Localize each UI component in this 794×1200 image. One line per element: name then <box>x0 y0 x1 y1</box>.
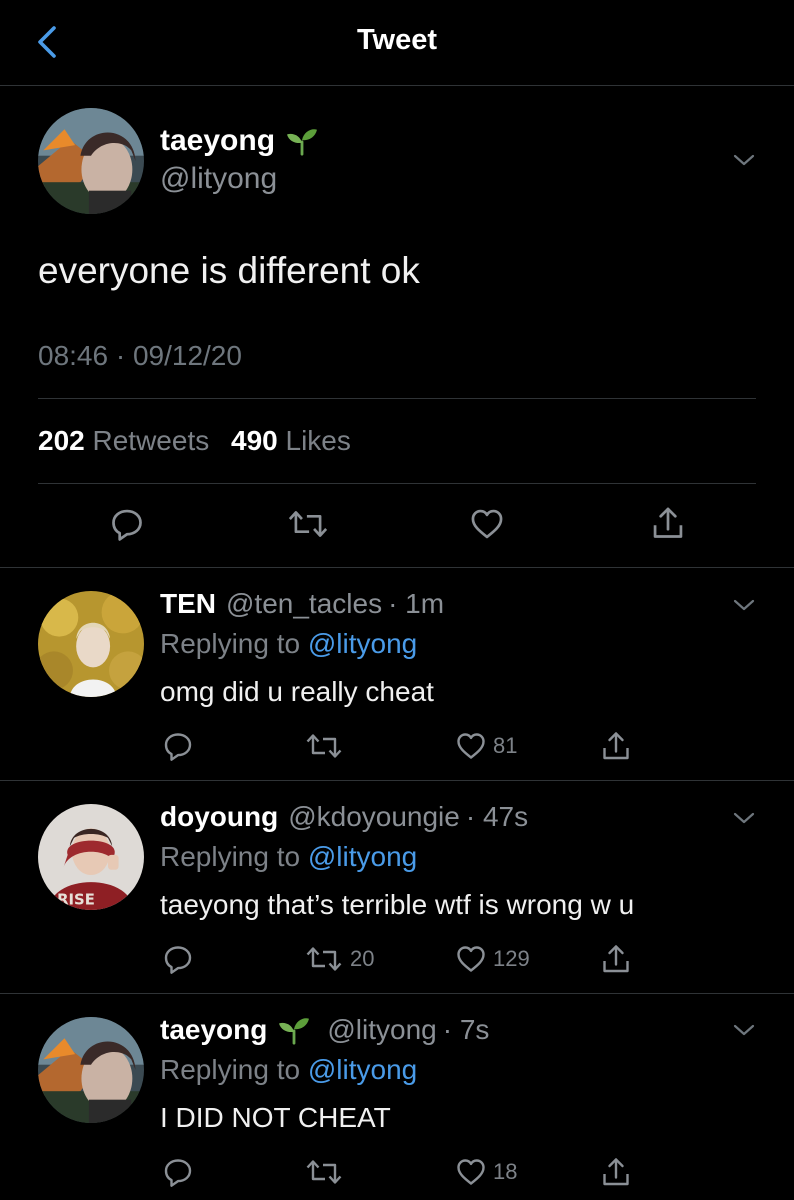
reply-time: · 1m <box>388 588 445 619</box>
reply-action[interactable] <box>162 1156 194 1188</box>
share-action[interactable] <box>600 942 632 976</box>
divider <box>0 567 794 568</box>
share-action[interactable] <box>600 1155 632 1189</box>
replying-to-line: Replying to @lityong <box>160 841 417 873</box>
divider <box>0 780 794 781</box>
retweets-label[interactable]: Retweets <box>93 425 210 456</box>
like-action[interactable]: 81 <box>455 730 517 762</box>
heart-icon[interactable] <box>455 1156 487 1188</box>
reply-author-name[interactable]: TEN <box>160 588 216 620</box>
divider <box>0 993 794 994</box>
reply-icon[interactable] <box>109 506 145 542</box>
page-title: Tweet <box>356 24 438 56</box>
reply-author-handle[interactable]: @ten_tacles <box>226 588 382 620</box>
top-bar: Tweet <box>0 0 794 86</box>
share-icon[interactable] <box>600 729 632 763</box>
retweet-icon[interactable] <box>286 506 330 542</box>
replying-to-line: Replying to @lityong <box>160 628 417 660</box>
author-name[interactable]: taeyong <box>160 124 275 158</box>
chevron-down-icon[interactable] <box>732 152 756 168</box>
reply-author-name[interactable]: doyoung <box>160 801 278 833</box>
replying-to-line: Replying to @lityong <box>160 1054 417 1086</box>
tweet-stats: 202 Retweets 490 Likes <box>38 425 365 457</box>
reply-action[interactable] <box>162 730 194 762</box>
chevron-down-icon[interactable] <box>732 597 756 613</box>
heart-icon[interactable] <box>455 943 487 975</box>
reply-text: I DID NOT CHEAT <box>160 1102 391 1133</box>
chevron-down-icon[interactable] <box>732 1022 756 1038</box>
retweet-icon[interactable] <box>304 943 344 975</box>
replying-prefix: Replying to <box>160 1054 301 1085</box>
seedling-emoji-icon <box>285 126 319 156</box>
like-action[interactable]: 18 <box>455 1156 517 1188</box>
reply-text: taeyong that’s terrible wtf is wrong w u <box>160 889 635 920</box>
tweet-text: everyone is different ok <box>38 250 420 291</box>
reply-author-name[interactable]: taeyong <box>160 1014 267 1046</box>
reply-icon[interactable] <box>162 943 194 975</box>
like-action[interactable]: 129 <box>455 943 530 975</box>
heart-icon[interactable] <box>469 506 505 542</box>
avatar[interactable] <box>38 1017 144 1123</box>
avatar[interactable] <box>38 591 144 697</box>
mention-link[interactable]: @lityong <box>308 841 417 872</box>
avatar[interactable] <box>38 804 144 910</box>
share-action[interactable] <box>600 729 632 763</box>
avatar[interactable] <box>38 108 144 214</box>
reply-header: doyoung @kdoyoungie · 47s <box>160 801 528 833</box>
reply-icon[interactable] <box>162 1156 194 1188</box>
like-count: 18 <box>493 1159 518 1184</box>
tweet-timestamp: 08:46 · 09/12/20 <box>38 340 242 371</box>
retweet-action[interactable] <box>304 730 350 762</box>
likes-label[interactable]: Likes <box>286 425 351 456</box>
replying-prefix: Replying to <box>160 841 301 872</box>
reply-author-handle[interactable]: @kdoyoungie <box>288 801 460 833</box>
divider <box>38 483 756 484</box>
chevron-down-icon[interactable] <box>732 810 756 826</box>
reply-time: · 7s <box>442 1014 490 1045</box>
share-icon[interactable] <box>600 942 632 976</box>
tweet-thread-screen: Tweet taeyong @lityong everyone is diffe… <box>0 0 794 1200</box>
author-name-row: taeyong <box>160 124 319 158</box>
reply-author-handle[interactable]: @lityong <box>327 1014 436 1046</box>
replying-prefix: Replying to <box>160 628 301 659</box>
reply-time: · 47s <box>465 801 529 832</box>
reply-icon[interactable] <box>162 730 194 762</box>
like-count[interactable]: 490 <box>231 425 278 456</box>
retweet-icon[interactable] <box>304 730 344 762</box>
author-handle-row: @lityong <box>160 162 277 196</box>
like-count: 81 <box>493 733 518 758</box>
mention-link[interactable]: @lityong <box>308 628 417 659</box>
heart-icon[interactable] <box>455 730 487 762</box>
retweet-count[interactable]: 202 <box>38 425 85 456</box>
reply-text: omg did u really cheat <box>160 676 434 707</box>
share-icon[interactable] <box>650 504 686 542</box>
mention-link[interactable]: @lityong <box>308 1054 417 1085</box>
retweet-action[interactable] <box>304 1156 350 1188</box>
retweet-icon[interactable] <box>304 1156 344 1188</box>
reply-header: taeyong @lityong · 7s <box>160 1014 489 1046</box>
divider <box>38 398 756 399</box>
author-handle[interactable]: @lityong <box>160 162 277 196</box>
reply-header: TEN @ten_tacles · 1m <box>160 588 444 620</box>
seedling-emoji-icon <box>277 1015 311 1045</box>
reply-action[interactable] <box>162 943 194 975</box>
retweet-count: 20 <box>350 946 375 971</box>
share-icon[interactable] <box>600 1155 632 1189</box>
retweet-action[interactable]: 20 <box>304 943 374 975</box>
like-count: 129 <box>493 946 530 971</box>
